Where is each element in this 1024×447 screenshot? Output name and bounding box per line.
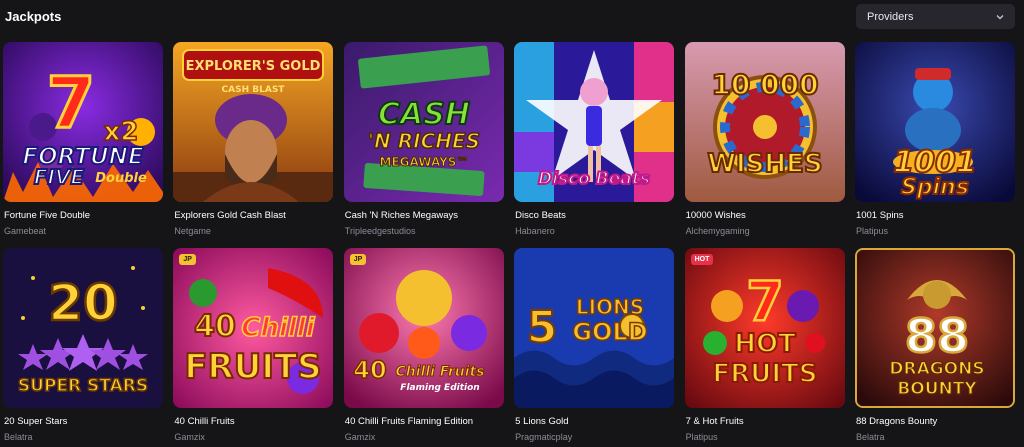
game-card[interactable]: 7 HOT FRUITS HOT 7 & Hot Fruits Platipus <box>684 248 845 447</box>
game-thumbnail[interactable]: 88 DRAGONS BOUNTY <box>854 248 1015 408</box>
thumb-text: 10 000 <box>711 68 818 101</box>
thumb-text: 7 <box>47 62 96 144</box>
jackpot-badge: JP <box>349 254 367 265</box>
cash-riches-artwork: CASH 'N RICHES MEGAWAYS™ <box>343 42 504 202</box>
game-title[interactable]: 1001 Spins <box>856 210 904 221</box>
thumb-text: CASH <box>378 97 470 132</box>
thumb-text: FIVE <box>34 165 85 189</box>
game-provider: Gamzix <box>344 432 376 442</box>
game-provider: Tripleedgestudios <box>344 226 416 236</box>
thumb-text: 20 <box>48 274 118 332</box>
game-title[interactable]: Fortune Five Double <box>4 210 90 221</box>
jackpot-badge: JP <box>179 254 196 265</box>
game-thumbnail[interactable]: 40 Chilli FRUITS JP <box>173 248 334 408</box>
thumb-text: 'N RICHES <box>368 129 480 153</box>
game-provider: Pragmaticplay <box>515 432 573 442</box>
thumb-text: Disco Beats <box>538 169 650 189</box>
thumb-text: GOLD <box>573 318 648 346</box>
game-card[interactable]: CASH 'N RICHES MEGAWAYS™ Cash 'N Riches … <box>343 42 504 246</box>
games-grid: 7 x2 FORTUNE FIVE Double Fortune Five Do… <box>3 42 1015 447</box>
chilli-fruits-artwork: 40 Chilli FRUITS <box>173 248 334 408</box>
game-title[interactable]: Cash 'N Riches Megaways <box>345 210 458 221</box>
thumb-text: Chilli <box>242 313 316 343</box>
game-thumbnail[interactable]: CASH 'N RICHES MEGAWAYS™ <box>343 42 504 202</box>
game-provider: Netgame <box>174 226 211 236</box>
game-thumbnail[interactable]: 20 SUPER STARS <box>3 248 163 408</box>
explorers-gold-artwork: EXPLORER'S GOLD CASH BLAST <box>173 42 334 202</box>
providers-label: Providers <box>867 10 914 23</box>
game-thumbnail[interactable]: 7 HOT FRUITS HOT <box>684 248 845 408</box>
thumb-text: FRUITS <box>185 347 322 387</box>
game-thumbnail[interactable]: Disco Beats <box>514 42 675 202</box>
dragons-bounty-artwork: 88 DRAGONS BOUNTY <box>856 250 1013 406</box>
game-provider: Gamebeat <box>4 226 47 236</box>
game-card[interactable]: Disco Beats Disco Beats Habanero <box>514 42 675 246</box>
thumb-text: MEGAWAYS™ <box>379 155 468 169</box>
game-thumbnail[interactable]: 1001 Spins <box>854 42 1015 202</box>
thumb-text: 40 <box>195 309 237 344</box>
game-title[interactable]: 5 Lions Gold <box>515 416 568 427</box>
game-provider: Belatra <box>855 432 885 442</box>
thumb-text: Flaming Edition <box>400 383 479 393</box>
game-provider: Belatra <box>4 432 33 442</box>
section-header: Jackpots Providers <box>0 0 1024 34</box>
thumb-text: 40 <box>353 356 386 384</box>
thumb-text: FRUITS <box>712 359 817 389</box>
game-card[interactable]: EXPLORER'S GOLD CASH BLAST Explorers Gol… <box>173 42 334 246</box>
game-card[interactable]: 40 Chilli Fruits Flaming Edition JP 40 C… <box>343 248 504 447</box>
disco-beats-artwork: Disco Beats <box>514 42 675 202</box>
game-card[interactable]: 10 000 WISHES 10000 Wishes Alchemygaming <box>684 42 845 246</box>
thumb-text: 7 <box>746 270 784 333</box>
game-title[interactable]: 40 Chilli Fruits <box>174 416 234 427</box>
game-provider: Platipus <box>685 432 718 442</box>
thumb-text: Spins <box>901 175 969 200</box>
game-provider: Habanero <box>515 226 555 236</box>
game-title[interactable]: Explorers Gold Cash Blast <box>174 210 285 221</box>
game-thumbnail[interactable]: 40 Chilli Fruits Flaming Edition JP <box>343 248 504 408</box>
game-card[interactable]: 88 DRAGONS BOUNTY 88 Dragons Bounty Bela… <box>854 248 1015 447</box>
thumb-text: WISHES <box>707 149 822 179</box>
thumb-text: DRAGONS <box>889 359 984 379</box>
thumb-text: BOUNTY <box>897 379 977 399</box>
game-title[interactable]: 7 & Hot Fruits <box>686 416 744 427</box>
game-card[interactable]: 1001 Spins 1001 Spins Platipus <box>854 42 1015 246</box>
providers-dropdown[interactable]: Providers <box>856 4 1015 29</box>
game-provider: Gamzix <box>174 432 205 442</box>
page-title: Jackpots <box>5 9 62 24</box>
wishes-artwork: 10 000 WISHES <box>684 42 845 202</box>
thumb-text: Double <box>95 171 147 186</box>
game-title[interactable]: 40 Chilli Fruits Flaming Edition <box>345 416 473 427</box>
game-thumbnail[interactable]: EXPLORER'S GOLD CASH BLAST <box>173 42 334 202</box>
thumb-text: 88 <box>905 309 969 363</box>
game-title[interactable]: 88 Dragons Bounty <box>856 416 937 427</box>
game-thumbnail[interactable]: 10 000 WISHES <box>684 42 845 202</box>
spins-artwork: 1001 Spins <box>854 42 1015 202</box>
game-title[interactable]: 10000 Wishes <box>686 210 746 221</box>
super-stars-artwork: 20 SUPER STARS <box>3 248 163 408</box>
game-card[interactable]: 5 LIONS GOLD 5 Lions Gold Pragmaticplay <box>514 248 675 447</box>
thumb-text: HOT <box>734 329 796 359</box>
game-thumbnail[interactable]: 7 x2 FORTUNE FIVE Double <box>3 42 163 202</box>
game-title[interactable]: 20 Super Stars <box>4 416 67 427</box>
thumb-text: Chilli Fruits <box>395 364 484 380</box>
thumb-text: LIONS <box>576 295 644 319</box>
thumb-text: 5 <box>527 302 558 353</box>
chevron-down-icon <box>996 14 1004 19</box>
game-card[interactable]: 20 SUPER STARS 20 Super Stars Belatra <box>3 248 163 447</box>
thumb-text: SUPER STARS <box>18 376 148 396</box>
thumb-text: x2 <box>104 117 139 147</box>
thumb-text: CASH BLAST <box>222 85 286 95</box>
hot-fruits-artwork: 7 HOT FRUITS <box>684 248 845 408</box>
chilli-fruits-flaming-artwork: 40 Chilli Fruits Flaming Edition <box>343 248 504 408</box>
game-provider: Platipus <box>855 226 888 236</box>
thumb-text: EXPLORER'S GOLD <box>186 59 321 74</box>
game-title[interactable]: Disco Beats <box>515 210 566 221</box>
hot-badge: HOT <box>690 254 714 265</box>
lions-gold-artwork: 5 LIONS GOLD <box>514 248 675 408</box>
game-card[interactable]: 40 Chilli FRUITS JP 40 Chilli Fruits Gam… <box>173 248 334 447</box>
game-card[interactable]: 7 x2 FORTUNE FIVE Double Fortune Five Do… <box>3 42 163 246</box>
game-thumbnail[interactable]: 5 LIONS GOLD <box>514 248 675 408</box>
game-provider: Alchemygaming <box>685 226 750 236</box>
fortune-five-artwork: 7 x2 FORTUNE FIVE Double <box>3 42 163 202</box>
